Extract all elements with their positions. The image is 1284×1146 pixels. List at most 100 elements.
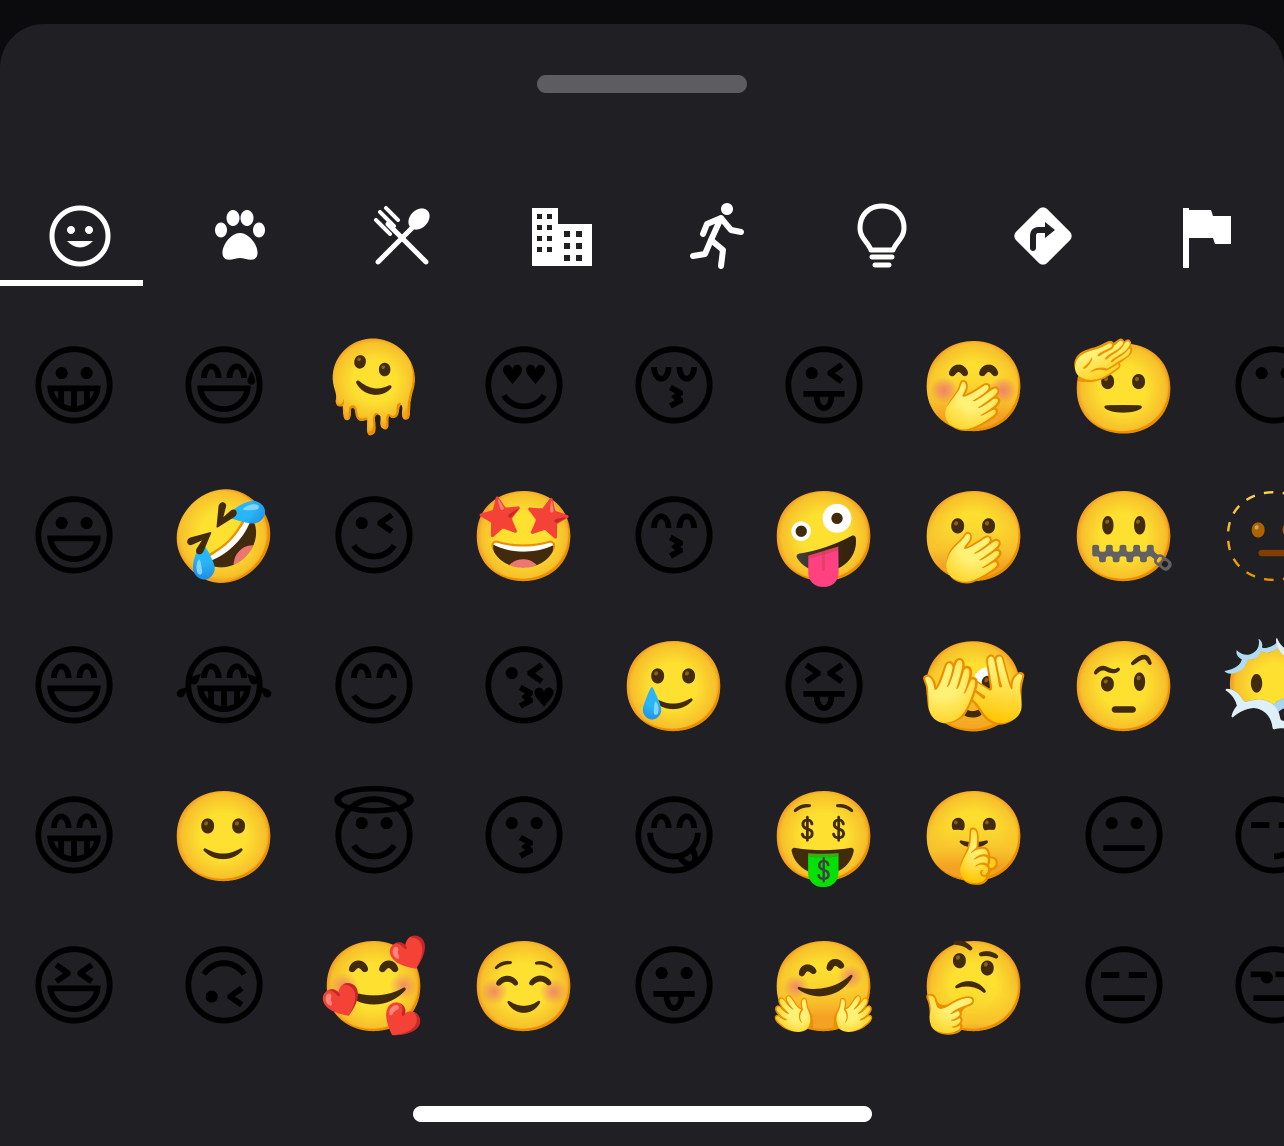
emoji-glyph: 😄 [28, 635, 120, 738]
emoji-picker-sheet: 😀 😃 😄 😁 😆 😅 🤣 😂 🙂 🙃 🫠 😉 😊 😇 🥰 😍 🤩 😘 😗 ☺️ 😚 😙 🥲 😋 😛 😜 🤪 😝 🤑 🤗 🤭 🫢 🫣 🤫 🤔 🫡 🤐 🤨 😐… [0, 24, 1284, 1146]
emoji-glyph: 😅 [178, 335, 270, 438]
emoji-key[interactable]: 😂 [149, 612, 299, 762]
emoji-glyph: 🤭 [919, 335, 1029, 438]
emoji-key[interactable]: 😅 [149, 312, 299, 462]
emoji-key[interactable]: 🫥 [1199, 462, 1284, 612]
emoji-key[interactable]: 🙂 [149, 762, 299, 912]
emoji-glyph: 😘 [478, 635, 570, 738]
flag-icon [1182, 208, 1231, 268]
emoji-glyph: 😊 [328, 635, 420, 738]
emoji-key[interactable]: 😶‍🌫️ [1199, 612, 1284, 762]
emoji-glyph: 🤐 [1069, 485, 1179, 588]
emoji-glyph: 😇 [328, 785, 420, 888]
emoji-glyph: 😶 [1228, 335, 1284, 438]
emoji-glyph: 😆 [28, 935, 120, 1038]
emoji-glyph: 😑 [1078, 935, 1170, 1038]
emoji-glyph: 🤩 [469, 485, 579, 588]
emoji-glyph: 😏 [1228, 785, 1284, 888]
selected-tab-indicator [0, 280, 143, 286]
emoji-key[interactable]: 😐 [1049, 762, 1199, 912]
emoji-key[interactable]: 😍 [449, 312, 599, 462]
emoji-key[interactable]: 😚 [599, 312, 749, 462]
emoji-glyph: 😍 [478, 335, 570, 438]
building-icon [531, 208, 592, 266]
emoji-key[interactable]: 😛 [599, 912, 749, 1062]
emoji-glyph: 🙃 [178, 935, 270, 1038]
emoji-glyph: 🤪 [769, 485, 879, 588]
tab-food-and-drink[interactable] [330, 184, 473, 288]
home-indicator[interactable] [413, 1106, 872, 1122]
emoji-key[interactable]: 😊 [299, 612, 449, 762]
emoji-glyph: 😉 [328, 485, 420, 588]
emoji-glyph: 😗 [478, 785, 570, 888]
emoji-glyph: 😛 [628, 935, 720, 1038]
emoji-key[interactable]: 🤗 [749, 912, 899, 1062]
emoji-key[interactable]: 🤑 [749, 762, 899, 912]
emoji-key[interactable]: 🤩 [449, 462, 599, 612]
emoji-key[interactable]: 😗 [449, 762, 599, 912]
tab-travel-and-places[interactable] [490, 184, 633, 288]
emoji-glyph: 🤣 [169, 485, 279, 588]
emoji-key[interactable]: 😉 [299, 462, 449, 612]
emoji-key[interactable]: 🫢 [899, 462, 1049, 612]
emoji-key[interactable]: 🫠 [299, 312, 449, 462]
tab-animals-and-nature[interactable] [168, 184, 311, 288]
emoji-key[interactable]: 😶 [1199, 312, 1284, 462]
emoji-key[interactable]: 😃 [0, 462, 149, 612]
emoji-glyph: 🫣 [919, 635, 1029, 738]
emoji-key[interactable]: 😜 [749, 312, 899, 462]
emoji-key[interactable]: 🤪 [749, 462, 899, 612]
emoji-key[interactable]: 😁 [0, 762, 149, 912]
emoji-key[interactable]: 🤫 [899, 762, 1049, 912]
emoji-key[interactable]: 😀 [0, 312, 149, 462]
emoji-key[interactable]: 😙 [599, 462, 749, 612]
emoji-key[interactable]: ☺️ [449, 912, 599, 1062]
emoji-glyph: 🥰 [319, 935, 429, 1038]
emoji-key[interactable]: 😒 [1199, 912, 1284, 1062]
emoji-key[interactable]: 😝 [749, 612, 899, 762]
emoji-key[interactable]: 😏 [1199, 762, 1284, 912]
tab-flags[interactable] [1133, 184, 1276, 288]
emoji-key[interactable]: 😇 [299, 762, 449, 912]
emoji-glyph: 🫡 [1069, 335, 1179, 438]
emoji-key[interactable]: 🤔 [899, 912, 1049, 1062]
emoji-glyph: 😚 [628, 335, 720, 438]
lightbulb-icon [857, 203, 906, 268]
emoji-glyph: 🫢 [919, 485, 1029, 588]
emoji-key[interactable]: 😄 [0, 612, 149, 762]
emoji-glyph: 😝 [778, 635, 870, 738]
emoji-glyph: 🥲 [619, 635, 729, 738]
emoji-key[interactable]: 🥰 [299, 912, 449, 1062]
emoji-glyph: 😃 [28, 485, 120, 588]
emoji-key[interactable]: 🫡 [1049, 312, 1199, 462]
emoji-key[interactable]: 🫣 [899, 612, 1049, 762]
emoji-key[interactable]: 🙃 [149, 912, 299, 1062]
emoji-glyph: 🫠 [319, 335, 429, 438]
emoji-key[interactable]: 😘 [449, 612, 599, 762]
tab-activity[interactable] [647, 184, 790, 288]
emoji-key[interactable]: 😆 [0, 912, 149, 1062]
emoji-glyph: 🤗 [769, 935, 879, 1038]
tab-objects[interactable] [810, 184, 953, 288]
emoji-glyph: 😋 [628, 785, 720, 888]
emoji-key[interactable]: 🥲 [599, 612, 749, 762]
tab-smileys-and-people[interactable] [8, 184, 151, 288]
emoji-glyph: 🫥 [1219, 485, 1284, 588]
emoji-key[interactable]: 😋 [599, 762, 749, 912]
direction-sign-icon [1013, 207, 1072, 265]
emoji-glyph: 😶‍🌫️ [1219, 635, 1284, 738]
category-tab-bar [0, 184, 1284, 288]
emoji-glyph: 😜 [778, 335, 870, 438]
emoji-glyph: 😐 [1078, 785, 1170, 888]
emoji-key[interactable]: 🤭 [899, 312, 1049, 462]
tab-symbols[interactable] [971, 184, 1114, 288]
emoji-glyph: 😙 [628, 485, 720, 588]
emoji-grid: 😀 😃 😄 😁 😆 😅 🤣 😂 🙂 🙃 🫠 😉 😊 😇 🥰 😍 🤩 😘 😗 ☺️ 😚 😙 🥲 😋 😛 😜 🤪 😝 🤑 🤗 🤭 🫢 🫣 🤫 🤔 🫡 🤐 🤨 😐… [0, 289, 1284, 1069]
emoji-glyph: 😀 [28, 335, 120, 438]
sheet-grabber-handle[interactable] [537, 75, 747, 93]
emoji-key[interactable]: 🤐 [1049, 462, 1199, 612]
emoji-glyph: 😒 [1228, 935, 1284, 1038]
emoji-key[interactable]: 😑 [1049, 912, 1199, 1062]
emoji-key[interactable]: 🤨 [1049, 612, 1199, 762]
emoji-key[interactable]: 🤣 [149, 462, 299, 612]
